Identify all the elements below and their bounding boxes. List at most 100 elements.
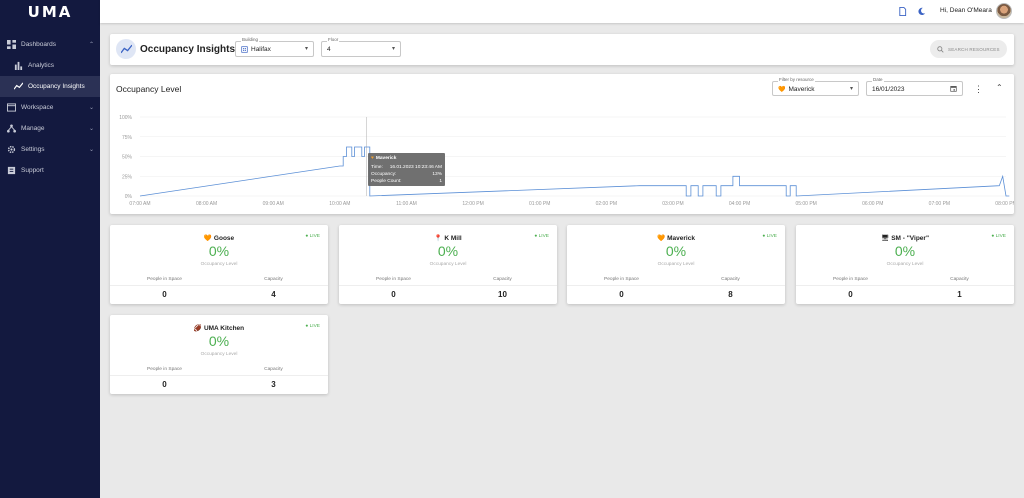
divider (567, 285, 785, 286)
dashboard-icon (7, 40, 16, 49)
y-tick-label: 75% (122, 135, 133, 141)
page-title: Occupancy Insights (140, 44, 236, 55)
search-input[interactable]: SEARCH RESOURCES (930, 40, 1007, 58)
x-tick-label: 08:00 AM (196, 201, 217, 207)
gear-icon (7, 145, 16, 154)
resource-icon: 🏈 (193, 325, 202, 332)
building-label: Building (241, 37, 260, 42)
sidebar-item-label: Occupancy Insights (28, 83, 85, 90)
people-column: People in Space 0 (339, 277, 448, 299)
tooltip-people-key: People Count: (371, 179, 402, 184)
y-tick-label: 0% (125, 194, 133, 200)
dark-mode-icon[interactable] (916, 6, 926, 16)
resource-card[interactable]: 🏈 UMA Kitchen ● LIVE 0% Occupancy Level Peopl… (110, 315, 328, 394)
x-tick-label: 08:00 PM (995, 201, 1014, 207)
resource-name-wrap: 📍 K Mill (339, 234, 557, 242)
resource-card[interactable]: 🖥 SM - "Viper" ● LIVE 0% Occupancy Level Peop… (796, 225, 1014, 304)
sidebar-item-label: Analytics (28, 62, 55, 69)
floor-label: Floor (327, 37, 340, 42)
building-value: Halifax (251, 46, 271, 53)
resource-icon: 🖥 (880, 235, 890, 242)
sidebar-item-label: Manage (21, 125, 45, 132)
window-icon (7, 103, 16, 112)
series-line (139, 146, 1010, 197)
sidebar: UMA Dashboards ⌃ Analytics Occupancy Ins… (0, 0, 100, 498)
resource-name-wrap: 🧡 Maverick (567, 234, 785, 242)
resource-name: K Mill (444, 235, 462, 242)
occupancy-value: 0% (894, 243, 916, 259)
capacity-column: Capacity 8 (676, 277, 785, 299)
sidebar-item-analytics[interactable]: Analytics (0, 55, 100, 76)
divider (110, 375, 328, 376)
tooltip-time-key: Time: (371, 165, 383, 170)
capacity-value: 3 (271, 380, 276, 389)
capacity-value: 4 (271, 290, 276, 299)
support-icon (7, 166, 16, 175)
trend-icon (116, 39, 136, 59)
sidebar-item-label: Workspace (21, 104, 54, 111)
resource-name-wrap: 🧡 Goose (110, 234, 328, 242)
resource-name-wrap: 🏈 UMA Kitchen (110, 324, 328, 332)
divider (110, 285, 328, 286)
x-tick-label: 12:00 PM (462, 201, 483, 207)
occupancy-value: 0% (665, 243, 687, 259)
capacity-column: Capacity 3 (219, 367, 328, 389)
sidebar-item-settings[interactable]: Settings ⌄ (0, 139, 100, 160)
page-header: Occupancy Insights Building Halifax ▾ Fl… (110, 34, 1014, 65)
live-badge: ● LIVE (762, 234, 777, 239)
occupancy-value: 0% (437, 243, 459, 259)
sidebar-item-label: Support (21, 167, 44, 174)
trend-icon (14, 82, 23, 91)
capacity-label: Capacity (264, 367, 283, 372)
resource-icon: 🧡 (657, 235, 666, 242)
resource-card[interactable]: 📍 K Mill ● LIVE 0% Occupancy Level People in … (339, 225, 557, 304)
x-tick-label: 04:00 PM (729, 201, 750, 207)
occupancy-chart-card: Occupancy Level Filter by resource 🧡 Mav… (110, 74, 1014, 214)
y-tick-label: 25% (122, 174, 133, 180)
resource-name: Maverick (667, 235, 695, 242)
people-label: People in Space (833, 277, 868, 282)
y-tick-label: 50% (122, 155, 133, 161)
sidebar-item-occupancy-insights[interactable]: Occupancy Insights (0, 76, 100, 97)
divider (796, 285, 1014, 286)
x-tick-label: 09:00 AM (263, 201, 284, 207)
tooltip-occupancy-key: Occupancy: (371, 172, 397, 177)
capacity-label: Capacity (493, 277, 512, 282)
hierarchy-icon (7, 124, 16, 133)
document-icon[interactable] (897, 6, 907, 16)
chevron-down-icon: ⌄ (88, 126, 94, 132)
capacity-value: 1 (957, 290, 962, 299)
capacity-column: Capacity 10 (448, 277, 557, 299)
people-column: People in Space 0 (110, 277, 219, 299)
occupancy-line-chart: 100% 75% 50% 25% 0%07:00 AM 08:00 AM 09:00 AM 1… (119, 115, 1014, 207)
uma-logo[interactable]: UMA (0, 0, 100, 24)
resource-name: Goose (213, 235, 235, 242)
topbar: Hi, Dean O'Meara (100, 0, 1024, 23)
sidebar-item-manage[interactable]: Manage ⌄ (0, 118, 100, 139)
y-tick-label: 100% (119, 115, 132, 121)
tooltip-people-value: 1 (439, 179, 442, 184)
bar-chart-icon (14, 61, 23, 70)
sidebar-item-workspace[interactable]: Workspace ⌄ (0, 97, 100, 118)
avatar[interactable] (996, 3, 1012, 19)
search-placeholder: SEARCH RESOURCES (948, 46, 1000, 52)
resource-card[interactable]: 🧡 Goose ● LIVE 0% Occupancy Level People in S… (110, 225, 328, 304)
capacity-label: Capacity (721, 277, 740, 282)
live-badge: ● LIVE (534, 234, 549, 239)
people-count: 0 (162, 380, 167, 389)
resource-card[interactable]: 🧡 Maverick ● LIVE 0% Occupancy Level People i… (567, 225, 785, 304)
sidebar-item-dashboards[interactable]: Dashboards ⌃ (0, 34, 100, 55)
user-greeting: Hi, Dean O'Meara (940, 7, 992, 14)
x-tick-label: 01:00 PM (529, 201, 550, 207)
floor-select[interactable]: Floor 4 ▾ (321, 37, 401, 57)
resource-name: UMA Kitchen (203, 325, 245, 332)
capacity-column: Capacity 1 (905, 277, 1014, 299)
tooltip-title: Maverick (375, 156, 397, 161)
people-label: People in Space (604, 277, 639, 282)
sidebar-item-support[interactable]: Support (0, 160, 100, 181)
live-badge: ● LIVE (305, 234, 320, 239)
resource-name-wrap: 🖥 SM - "Viper" (796, 234, 1014, 242)
chart-tooltip: ♥ Maverick Time: 16.01.2023 10:23:46 AM Oc… (368, 153, 445, 186)
building-select[interactable]: Building Halifax ▾ (235, 37, 314, 57)
x-tick-label: 06:00 PM (862, 201, 883, 207)
